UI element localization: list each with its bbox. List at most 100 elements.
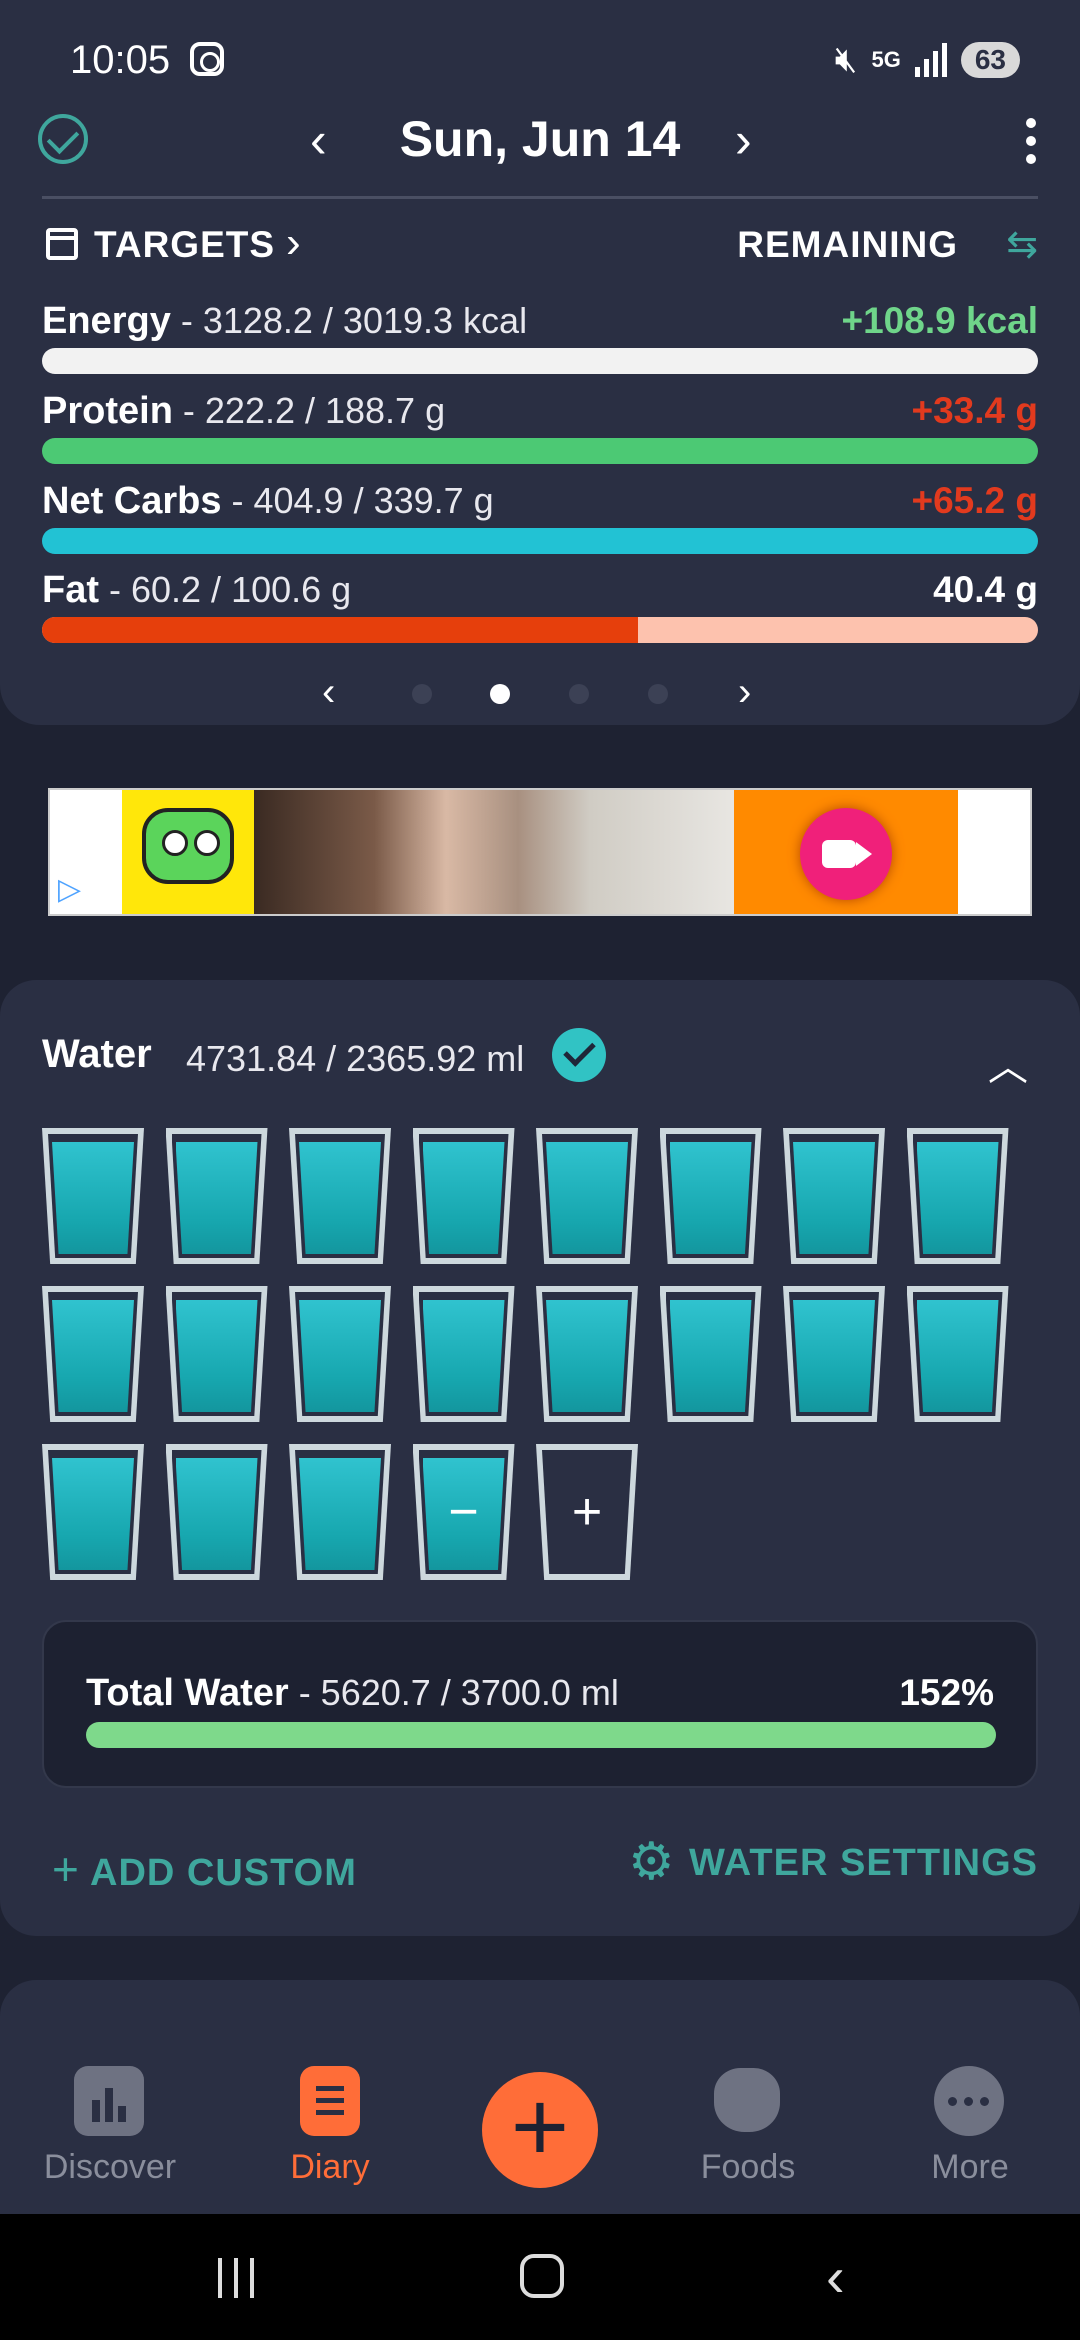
gear-icon[interactable]: ⚙ — [628, 1836, 675, 1888]
current-date[interactable]: Sun, Jun 14 — [0, 110, 1080, 168]
summary-pager: ‹ › — [0, 670, 1080, 720]
water-actions: + ADD CUSTOM ⚙ WATER SETTINGS — [42, 1836, 1038, 1896]
pager-dot-active[interactable] — [490, 684, 510, 704]
macro-label: Energy - 3128.2 / 3019.3 kcal — [42, 300, 527, 343]
collapse-chevron-icon[interactable]: ︿ — [988, 1034, 1028, 1092]
water-glass-full[interactable] — [412, 1286, 515, 1422]
video-call-icon — [800, 808, 892, 900]
macro-remaining: +33.4 g — [911, 390, 1038, 431]
macro-progress-bar — [42, 438, 1038, 464]
targets-row: TARGETS › REMAINING ⇆ — [42, 218, 1038, 274]
water-glass-full[interactable] — [536, 1128, 638, 1264]
home-icon[interactable] — [520, 2254, 564, 2298]
plus-icon: + — [571, 1483, 603, 1541]
macro-values: - 3128.2 / 3019.3 kcal — [170, 300, 528, 341]
date-navigation: ‹ Sun, Jun 14 › — [0, 100, 1080, 180]
water-header: Water 4731.84 / 2365.92 ml ︿ — [42, 1028, 1038, 1089]
water-glass-full[interactable] — [659, 1286, 762, 1422]
nav-foods[interactable]: Foods — [648, 2036, 848, 2214]
macro-name: Net Carbs — [42, 480, 222, 522]
nutrition-summary-card: 10:05 🔇︎ 5G 63 ‹ Sun, Jun 14 › TARGETS ›… — [0, 0, 1080, 725]
overflow-menu-icon[interactable] — [1026, 118, 1036, 164]
status-time: 10:05 — [70, 38, 171, 82]
macro-values: - 404.9 / 339.7 g — [221, 480, 494, 521]
remove-glass-button[interactable]: − — [412, 1444, 515, 1580]
calendar-icon — [46, 228, 78, 260]
water-glass-full[interactable] — [906, 1286, 1009, 1422]
water-glass-full[interactable] — [289, 1286, 391, 1422]
pager-dot[interactable] — [648, 684, 668, 704]
header-divider — [42, 196, 1038, 199]
total-water-percent: 152% — [899, 1672, 994, 1713]
status-icons: 🔇︎ 5G 63 — [835, 38, 1020, 81]
next-day-chevron-icon[interactable]: › — [735, 115, 752, 165]
bottom-navigation: Discover Diary + Foods More — [0, 2036, 1080, 2214]
macro-progress-bar — [42, 348, 1038, 374]
macro-remaining: +65.2 g — [911, 480, 1038, 521]
water-title: Water — [42, 1032, 152, 1076]
recent-apps-icon[interactable] — [218, 2258, 254, 2298]
water-glass-full[interactable] — [906, 1128, 1009, 1264]
water-glass-full[interactable] — [783, 1128, 885, 1264]
ad-banner[interactable]: ▷ — [48, 788, 1032, 916]
water-glass-full[interactable] — [536, 1286, 638, 1422]
pager-dot[interactable] — [569, 684, 589, 704]
nav-diary[interactable]: Diary — [230, 2036, 430, 2214]
water-settings-button[interactable]: WATER SETTINGS — [689, 1842, 1038, 1885]
targets-button[interactable]: TARGETS — [94, 224, 275, 266]
pager-previous-chevron-icon[interactable]: ‹ — [322, 670, 335, 715]
water-glass-full[interactable] — [783, 1286, 885, 1422]
more-dots-icon — [934, 2066, 1004, 2136]
nav-discover[interactable]: Discover — [10, 2036, 210, 2214]
total-water-label: Total Water — [86, 1672, 289, 1714]
water-goal-check-icon — [552, 1028, 606, 1082]
add-entry-button[interactable]: + — [482, 2072, 598, 2188]
water-glass-full[interactable] — [412, 1128, 515, 1264]
nav-more[interactable]: More — [870, 2036, 1070, 2214]
macro-row[interactable]: Protein - 222.2 / 188.7 g +33.4 g — [42, 390, 1038, 470]
chart-icon — [74, 2066, 144, 2136]
water-glass-full[interactable] — [289, 1444, 391, 1580]
system-navigation-bar: ‹ — [0, 2214, 1080, 2340]
water-glass-full[interactable] — [659, 1128, 762, 1264]
macro-row[interactable]: Fat - 60.2 / 100.6 g 40.4 g — [42, 569, 1038, 649]
macro-row[interactable]: Energy - 3128.2 / 3019.3 kcal +108.9 kcal — [42, 300, 1038, 380]
macro-progress-fill — [42, 438, 1038, 464]
add-glass-button[interactable]: + — [536, 1444, 638, 1580]
water-glass-full[interactable] — [289, 1128, 391, 1264]
total-water-text: Total Water - 5620.7 / 3700.0 ml — [86, 1672, 619, 1715]
water-glass-full[interactable] — [165, 1286, 268, 1422]
add-custom-button[interactable]: + ADD CUSTOM — [52, 1842, 357, 1896]
water-glass-full[interactable] — [42, 1444, 144, 1580]
minus-icon: − — [448, 1483, 479, 1541]
remaining-toggle[interactable]: REMAINING — [737, 224, 958, 266]
ad-app-logo — [122, 790, 254, 914]
ad-choices-icon[interactable]: ▷ — [58, 872, 81, 907]
back-icon[interactable]: ‹ — [826, 2244, 845, 2309]
macro-progress-bar — [42, 617, 1038, 643]
status-bar: 10:05 🔇︎ 5G 63 — [0, 30, 1080, 90]
macro-name: Protein — [42, 390, 173, 432]
macro-name: Energy — [42, 300, 171, 342]
water-glass-full[interactable] — [42, 1128, 144, 1264]
ad-call-to-action[interactable] — [734, 790, 958, 914]
macro-remaining: 40.4 g — [933, 569, 1038, 610]
macro-row[interactable]: Net Carbs - 404.9 / 339.7 g +65.2 g — [42, 480, 1038, 560]
macro-values: - 60.2 / 100.6 g — [99, 569, 352, 610]
plus-icon: + — [52, 1843, 80, 1895]
macro-remaining: +108.9 kcal — [841, 300, 1039, 341]
total-water-box: Total Water - 5620.7 / 3700.0 ml 152% — [42, 1620, 1038, 1788]
macro-values: - 222.2 / 188.7 g — [172, 390, 446, 431]
macro-label: Fat - 60.2 / 100.6 g — [42, 569, 351, 612]
macro-progress-bar — [42, 528, 1038, 554]
pager-dot[interactable] — [412, 684, 432, 704]
swap-arrows-icon[interactable]: ⇆ — [1006, 222, 1038, 267]
macro-label: Net Carbs - 404.9 / 339.7 g — [42, 480, 494, 523]
targets-chevron-icon[interactable]: › — [286, 218, 301, 268]
water-glass-full[interactable] — [165, 1128, 268, 1264]
diary-icon — [300, 2066, 360, 2136]
pager-next-chevron-icon[interactable]: › — [738, 670, 751, 715]
water-card: Water 4731.84 / 2365.92 ml ︿ − + Total Wa… — [0, 980, 1080, 1936]
water-glass-full[interactable] — [165, 1444, 268, 1580]
water-glass-full[interactable] — [42, 1286, 144, 1422]
